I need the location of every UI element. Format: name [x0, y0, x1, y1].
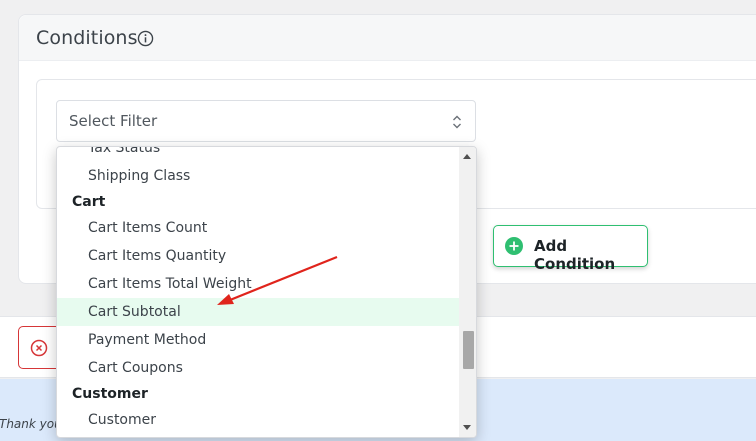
scroll-up-arrow-icon[interactable]: [463, 154, 471, 159]
filter-option[interactable]: Cart Items Quantity: [57, 242, 460, 270]
option-group-header: Customer: [72, 386, 148, 402]
filter-option[interactable]: Customer: [57, 406, 460, 434]
footer-thanks-text: Thank you: [0, 417, 62, 431]
filter-option[interactable]: Cart Subtotal: [57, 298, 460, 326]
add-condition-label: Add Condition: [534, 237, 616, 273]
filter-option[interactable]: Cart Coupons: [57, 354, 460, 382]
option-group-header: Cart: [72, 194, 106, 210]
filter-option[interactable]: Shipping Class: [57, 162, 460, 190]
scrollbar-thumb[interactable]: [463, 331, 474, 369]
conditions-header: Conditions: [19, 15, 756, 61]
filter-option[interactable]: Is Logged In: [57, 434, 460, 437]
scroll-down-arrow-icon[interactable]: [463, 425, 471, 430]
filter-select-value: Select Filter: [69, 112, 158, 130]
filter-select[interactable]: Select Filter: [56, 100, 476, 142]
sort-arrows-icon: [453, 115, 461, 129]
plus-circle-icon: [505, 237, 523, 255]
conditions-title: Conditions: [36, 27, 138, 49]
filter-option[interactable]: Payment Method: [57, 326, 460, 354]
filter-option[interactable]: Cart Items Count: [57, 214, 460, 242]
filter-option[interactable]: Tax Status: [57, 147, 460, 162]
info-circle-icon[interactable]: [137, 30, 154, 47]
add-condition-button[interactable]: Add Condition: [493, 225, 648, 273]
filter-options-list: Tax Status Shipping Class Cart Cart Items C…: [57, 147, 460, 437]
filter-dropdown[interactable]: Tax Status Shipping Class Cart Cart Items C…: [56, 146, 477, 438]
filter-option[interactable]: Cart Items Total Weight: [57, 270, 460, 298]
close-circle-icon: [30, 339, 48, 357]
dropdown-scrollbar[interactable]: [459, 147, 476, 437]
